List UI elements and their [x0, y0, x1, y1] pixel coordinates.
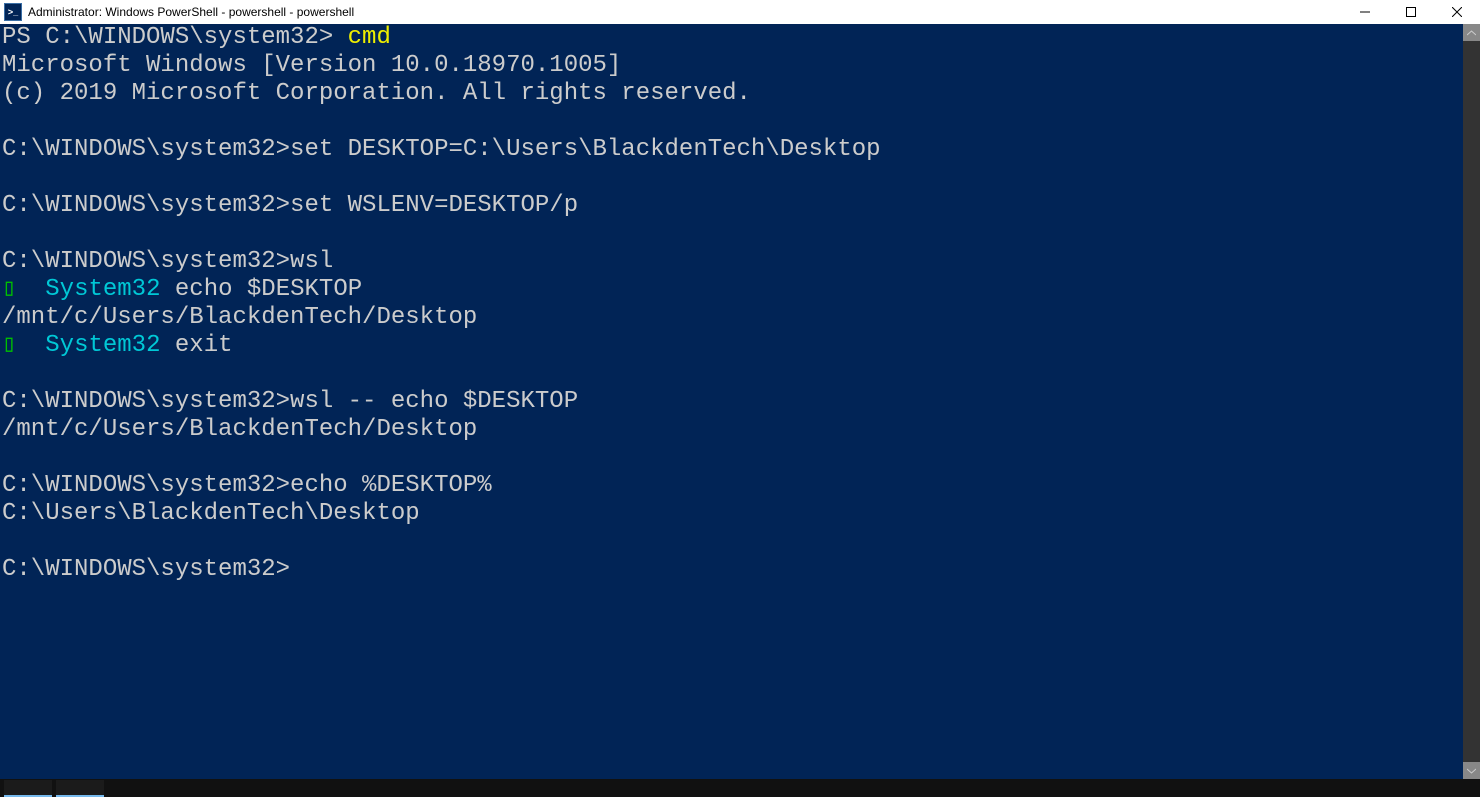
- cmd-line: C:\WINDOWS\system32>set DESKTOP=C:\Users…: [2, 136, 881, 163]
- scrollbar[interactable]: [1463, 24, 1480, 779]
- window-title: Administrator: Windows PowerShell - powe…: [28, 5, 354, 19]
- output-line: Microsoft Windows [Version 10.0.18970.10…: [2, 52, 621, 79]
- minimize-button[interactable]: [1342, 0, 1388, 24]
- powershell-icon: >_: [4, 3, 22, 21]
- close-icon: [1452, 7, 1462, 17]
- close-button[interactable]: [1434, 0, 1480, 24]
- taskbar[interactable]: [0, 779, 1480, 797]
- powershell-window: >_ Administrator: Windows PowerShell - p…: [0, 0, 1480, 797]
- wsl-prompt-glyph: ▯: [2, 276, 16, 303]
- cmd-line: C:\WINDOWS\system32>wsl -- echo $DESKTOP: [2, 388, 578, 415]
- maximize-button[interactable]: [1388, 0, 1434, 24]
- output-line: C:\Users\BlackdenTech\Desktop: [2, 500, 420, 527]
- terminal-output[interactable]: PS C:\WINDOWS\system32> cmd Microsoft Wi…: [0, 24, 1463, 779]
- cmd-line: C:\WINDOWS\system32>wsl: [2, 248, 333, 275]
- scrollbar-track[interactable]: [1463, 41, 1480, 762]
- wsl-cmd: echo $DESKTOP: [160, 276, 362, 303]
- cmd-input: cmd: [348, 24, 391, 51]
- cmd-prompt: C:\WINDOWS\system32>: [2, 556, 290, 583]
- titlebar[interactable]: >_ Administrator: Windows PowerShell - p…: [0, 0, 1480, 25]
- wsl-prompt-path: System32: [16, 332, 160, 359]
- titlebar-left: >_ Administrator: Windows PowerShell - p…: [0, 3, 354, 21]
- taskbar-item[interactable]: [56, 780, 104, 797]
- output-line: (c) 2019 Microsoft Corporation. All righ…: [2, 80, 751, 107]
- cmd-line: C:\WINDOWS\system32>echo %DESKTOP%: [2, 472, 492, 499]
- taskbar-item[interactable]: [4, 780, 52, 797]
- wsl-prompt-glyph: ▯: [2, 332, 16, 359]
- chevron-up-icon: [1467, 30, 1476, 36]
- wsl-cmd: exit: [160, 332, 232, 359]
- cmd-line: C:\WINDOWS\system32>set WSLENV=DESKTOP/p: [2, 192, 578, 219]
- maximize-icon: [1406, 7, 1416, 17]
- terminal-area: PS C:\WINDOWS\system32> cmd Microsoft Wi…: [0, 24, 1480, 779]
- chevron-down-icon: [1467, 768, 1476, 774]
- scroll-up-button[interactable]: [1463, 24, 1480, 41]
- wsl-prompt-path: System32: [16, 276, 160, 303]
- output-line: /mnt/c/Users/BlackdenTech/Desktop: [2, 304, 477, 331]
- ps-prompt: PS C:\WINDOWS\system32>: [2, 24, 348, 51]
- scroll-down-button[interactable]: [1463, 762, 1480, 779]
- window-controls: [1342, 0, 1480, 24]
- minimize-icon: [1360, 7, 1370, 17]
- output-line: /mnt/c/Users/BlackdenTech/Desktop: [2, 416, 477, 443]
